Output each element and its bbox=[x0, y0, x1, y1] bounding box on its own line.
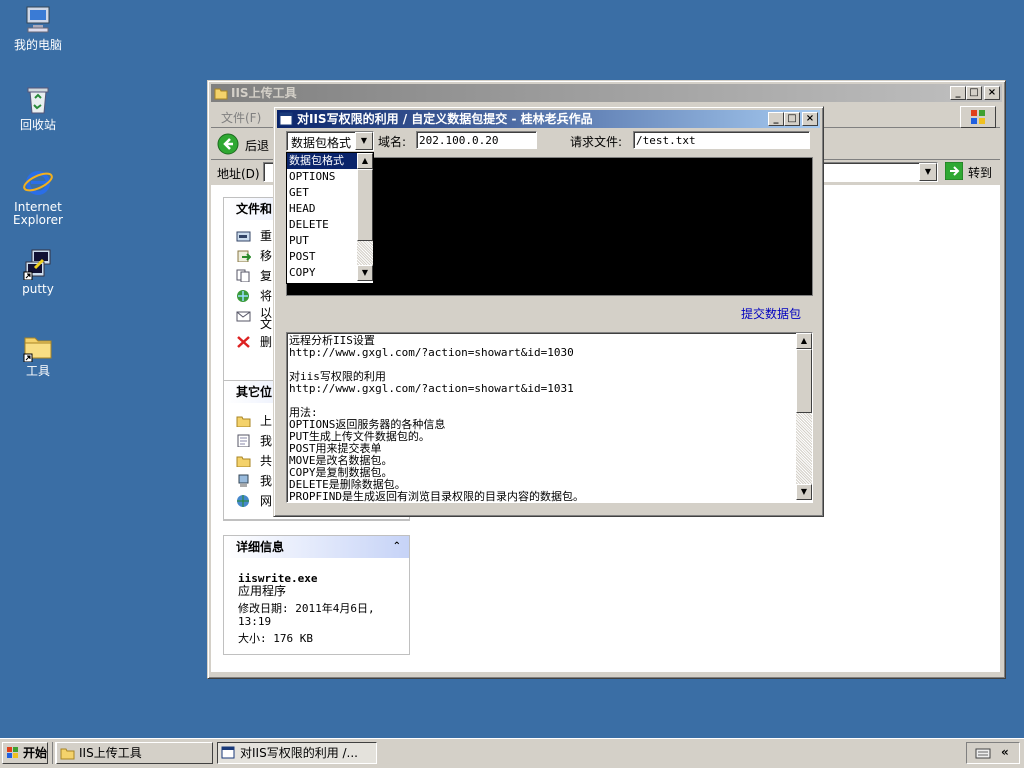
desktop-icon-label: 我的电脑 bbox=[13, 38, 62, 52]
details-header[interactable]: 详细信息 ⌃ bbox=[224, 536, 409, 558]
format-select[interactable]: 数据包格式 ▼ bbox=[286, 131, 374, 151]
explorer-titlebar[interactable]: IIS上传工具 _ □ × bbox=[211, 84, 1002, 102]
go-button[interactable]: 转到 bbox=[945, 161, 997, 181]
system-tray: « bbox=[966, 742, 1020, 764]
copy-icon bbox=[236, 269, 250, 282]
info-line: http://www.gxgl.com/?action=showart&id=1… bbox=[289, 382, 574, 395]
dropdown-scrollbar[interactable]: ▲ ▼ bbox=[357, 153, 373, 281]
iis-tool-window: 对IIS写权限的利用 / 自定义数据包提交 - 桂林老兵作品 _ □ × 数据包… bbox=[273, 106, 824, 517]
info-line: http://www.gxgl.com/?action=showart&id=1… bbox=[289, 346, 574, 359]
dropdown-option[interactable]: 数据包格式 bbox=[287, 153, 357, 169]
desktop-icon-recycle-bin[interactable]: 回收站 bbox=[0, 84, 76, 132]
start-button[interactable]: 开始 bbox=[2, 742, 48, 764]
desktop-icon-label: 回收站 bbox=[19, 118, 56, 132]
close-button[interactable]: × bbox=[802, 112, 818, 126]
scroll-down-icon[interactable]: ▼ bbox=[357, 265, 373, 281]
delete-icon bbox=[237, 336, 250, 348]
windows-logo-icon bbox=[960, 106, 996, 128]
close-button[interactable]: × bbox=[984, 86, 1000, 100]
info-line bbox=[289, 395, 584, 407]
dropdown-option[interactable]: HEAD bbox=[287, 201, 357, 217]
taskbar-item-explorer[interactable]: IIS上传工具 bbox=[56, 742, 213, 764]
details-file-type: 应用程序 bbox=[238, 584, 287, 598]
dropdown-option[interactable]: DELETE bbox=[287, 217, 357, 233]
network-icon bbox=[237, 495, 249, 507]
app-window-icon bbox=[279, 112, 293, 128]
domain-label: 域名: bbox=[378, 135, 407, 149]
back-button[interactable]: 后退 bbox=[217, 133, 277, 155]
desktop-icon-tools-folder[interactable]: 工具 bbox=[0, 330, 76, 378]
desktop-icon-internet-explorer[interactable]: Internet Explorer bbox=[0, 166, 76, 227]
internet-explorer-icon bbox=[22, 166, 54, 198]
request-file-label: 请求文件: bbox=[570, 135, 623, 149]
documents-icon bbox=[237, 434, 250, 447]
folder-icon bbox=[236, 416, 251, 427]
collapse-chevron-icon[interactable]: ⌃ bbox=[393, 536, 401, 558]
info-line: PROPFIND是生成返回有浏览目录权限的目录内容的数据包。 bbox=[289, 490, 584, 503]
windows-logo-icon bbox=[7, 747, 18, 758]
tool-titlebar[interactable]: 对IIS写权限的利用 / 自定义数据包提交 - 桂林老兵作品 _ □ × bbox=[277, 110, 820, 128]
domain-input[interactable] bbox=[416, 131, 537, 149]
shared-folder-icon bbox=[236, 456, 251, 467]
chevron-down-icon[interactable]: ▼ bbox=[355, 132, 373, 150]
move-icon bbox=[237, 250, 251, 262]
tray-expand-chevron-icon[interactable]: « bbox=[1001, 745, 1009, 759]
address-dropdown-button[interactable]: ▼ bbox=[919, 163, 937, 181]
putty-icon bbox=[22, 248, 54, 281]
scroll-up-icon[interactable]: ▲ bbox=[357, 153, 373, 169]
publish-web-icon bbox=[237, 290, 249, 302]
dropdown-option[interactable]: POST bbox=[287, 249, 357, 265]
dropdown-option[interactable]: GET bbox=[287, 185, 357, 201]
my-computer-icon bbox=[238, 474, 249, 487]
app-window-icon bbox=[221, 746, 235, 759]
folder-icon bbox=[60, 748, 75, 760]
email-icon bbox=[236, 311, 251, 322]
minimize-button[interactable]: _ bbox=[768, 112, 784, 126]
keyboard-icon[interactable] bbox=[975, 746, 991, 760]
tool-title: 对IIS写权限的利用 / 自定义数据包提交 - 桂林老兵作品 bbox=[297, 112, 593, 126]
desktop-icon-label: 工具 bbox=[25, 364, 50, 378]
details-modified: 修改日期: 2011年4月6日, 13:19 bbox=[238, 602, 375, 628]
back-arrow-icon bbox=[217, 133, 239, 155]
menu-file[interactable]: 文件(F) bbox=[221, 109, 261, 126]
dropdown-option[interactable]: OPTIONS bbox=[287, 169, 357, 185]
back-label: 后退 bbox=[245, 139, 270, 153]
info-text: 远程分析IIS设置 http://www.gxgl.com/?action=sho… bbox=[289, 335, 584, 503]
format-dropdown-list: 数据包格式 OPTIONS GET HEAD DELETE PUT POST C… bbox=[286, 152, 374, 284]
maximize-button[interactable]: □ bbox=[784, 112, 800, 126]
scroll-thumb[interactable] bbox=[796, 349, 812, 413]
details-panel: 详细信息 ⌃ iiswrite.exe 应用程序 修改日期: 2011年4月6日… bbox=[223, 535, 410, 655]
info-textarea[interactable]: 远程分析IIS设置 http://www.gxgl.com/?action=sho… bbox=[286, 332, 813, 503]
my-computer-icon bbox=[22, 4, 54, 36]
taskbar: 开始 IIS上传工具 对IIS写权限的利用 /... « bbox=[0, 738, 1024, 768]
request-file-input[interactable] bbox=[633, 131, 810, 149]
recycle-bin-icon bbox=[22, 84, 54, 116]
folder-icon bbox=[22, 330, 54, 363]
rename-icon bbox=[236, 231, 251, 242]
dropdown-option[interactable]: COPY bbox=[287, 265, 357, 281]
submit-packet-link[interactable]: 提交数据包 bbox=[741, 305, 801, 322]
dropdown-option[interactable]: PUT bbox=[287, 233, 357, 249]
scroll-thumb[interactable] bbox=[357, 169, 373, 241]
maximize-button[interactable]: □ bbox=[966, 86, 982, 100]
folder-icon bbox=[214, 86, 228, 102]
minimize-button[interactable]: _ bbox=[950, 86, 966, 100]
desktop-icon-label: putty bbox=[22, 282, 54, 296]
go-label: 转到 bbox=[968, 166, 993, 180]
format-selected-value: 数据包格式 bbox=[291, 136, 352, 150]
desktop-icon-my-computer[interactable]: 我的电脑 bbox=[0, 4, 76, 52]
desktop-icon-label: Internet Explorer bbox=[13, 200, 63, 227]
taskbar-item-iis-tool[interactable]: 对IIS写权限的利用 /... bbox=[217, 742, 377, 764]
address-label: 地址(D) bbox=[217, 167, 260, 181]
go-arrow-icon bbox=[945, 162, 963, 180]
explorer-title: IIS上传工具 bbox=[231, 86, 297, 100]
info-scrollbar[interactable]: ▲ ▼ bbox=[796, 333, 812, 500]
scroll-down-icon[interactable]: ▼ bbox=[796, 484, 812, 500]
details-size: 大小: 176 KB bbox=[238, 632, 313, 645]
scroll-up-icon[interactable]: ▲ bbox=[796, 333, 812, 349]
desktop-icon-putty[interactable]: putty bbox=[0, 248, 76, 296]
